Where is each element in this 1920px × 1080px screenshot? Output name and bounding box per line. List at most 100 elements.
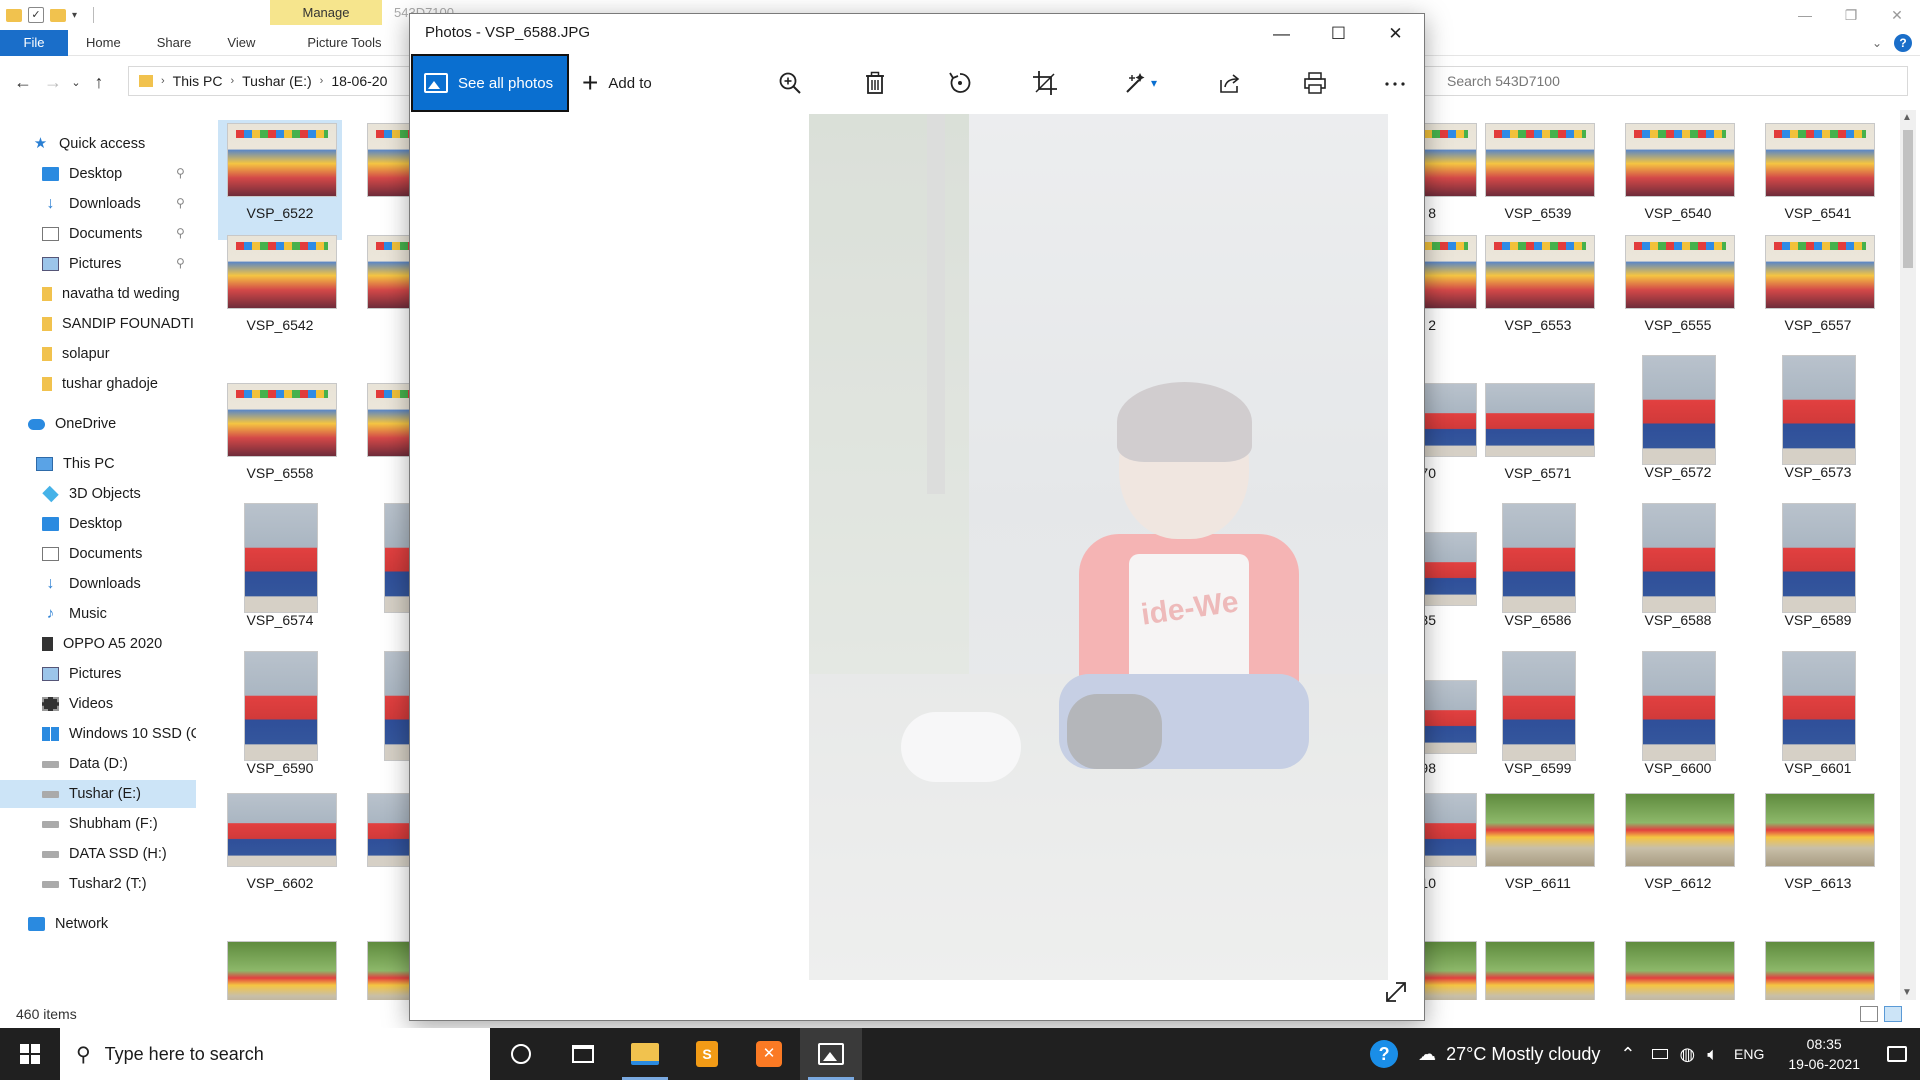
print-button[interactable] bbox=[1295, 64, 1335, 102]
file-tile[interactable]: VSP_6613 bbox=[1756, 790, 1880, 910]
nav-downloads-pc[interactable]: ↓ Downloads bbox=[0, 570, 196, 598]
battery-button[interactable] bbox=[1646, 1028, 1674, 1080]
rotate-button[interactable] bbox=[940, 64, 980, 102]
file-tile[interactable]: VSP_6574 bbox=[218, 498, 342, 628]
help-icon[interactable]: ? bbox=[1894, 34, 1912, 52]
nav-documents[interactable]: Documents bbox=[0, 220, 196, 248]
breadcrumb-folder[interactable]: 18-06-20 bbox=[331, 73, 387, 89]
nav-onedrive[interactable]: OneDrive bbox=[0, 410, 196, 438]
up-arrow-icon[interactable]: ↑ bbox=[84, 72, 114, 93]
task-view-button[interactable] bbox=[552, 1028, 614, 1080]
sublime-text-taskbar-button[interactable]: S bbox=[676, 1028, 738, 1080]
properties-icon[interactable]: ✓ bbox=[28, 7, 44, 23]
nav-this-pc[interactable]: This PC bbox=[0, 450, 196, 478]
tab-share[interactable]: Share bbox=[139, 30, 210, 56]
cortana-button[interactable] bbox=[490, 1028, 552, 1080]
network-button[interactable]: ◍ bbox=[1674, 1028, 1702, 1080]
edit-enhance-button[interactable]: ▾ bbox=[1115, 64, 1165, 102]
file-tile[interactable]: VSP_6586 bbox=[1476, 498, 1600, 628]
vertical-scrollbar[interactable]: ▲ ▼ bbox=[1900, 110, 1916, 1000]
nav-videos[interactable]: Videos bbox=[0, 690, 196, 718]
nav-drive-t[interactable]: Tushar2 (T:) bbox=[0, 870, 196, 898]
file-tile[interactable]: VSP_6541 bbox=[1756, 120, 1880, 240]
file-tile[interactable] bbox=[1616, 938, 1740, 1000]
file-tile[interactable]: VSP_6589 bbox=[1756, 498, 1880, 628]
tab-file[interactable]: File bbox=[0, 29, 68, 56]
address-bar[interactable]: › This PC › Tushar (E:) › 18-06-20 bbox=[128, 66, 418, 96]
see-all-photos-button[interactable]: See all photos bbox=[411, 54, 569, 112]
recent-locations-icon[interactable]: ⌄ bbox=[68, 76, 84, 89]
file-tile[interactable]: VSP_6600 bbox=[1616, 646, 1740, 776]
nav-desktop-pc[interactable]: Desktop bbox=[0, 510, 196, 538]
file-tile[interactable]: VSP_6558 bbox=[218, 380, 342, 500]
nav-network[interactable]: Network bbox=[0, 910, 196, 938]
nav-downloads[interactable]: ↓ Downloads bbox=[0, 190, 196, 218]
file-tile[interactable] bbox=[1476, 938, 1600, 1000]
xampp-taskbar-button[interactable]: ✕ bbox=[738, 1028, 800, 1080]
fullscreen-icon[interactable] bbox=[1382, 978, 1410, 1006]
more-options-button[interactable] bbox=[1375, 64, 1415, 102]
delete-button[interactable] bbox=[855, 64, 895, 102]
zoom-button[interactable] bbox=[770, 64, 810, 102]
maximize-icon[interactable]: ☐ bbox=[1310, 14, 1367, 54]
file-tile[interactable] bbox=[218, 938, 342, 1000]
breadcrumb-tushar-e[interactable]: Tushar (E:) bbox=[242, 73, 312, 89]
restore-icon[interactable]: ❐ bbox=[1828, 0, 1874, 30]
minimize-icon[interactable]: — bbox=[1782, 0, 1828, 30]
nav-drive-e[interactable]: Tushar (E:) bbox=[0, 780, 196, 808]
scroll-down-icon[interactable]: ▼ bbox=[1902, 987, 1912, 998]
nav-documents-pc[interactable]: Documents bbox=[0, 540, 196, 568]
tab-view[interactable]: View bbox=[209, 30, 273, 56]
new-folder-icon[interactable] bbox=[50, 8, 66, 22]
taskbar-search-box[interactable]: ⚲ Type here to search bbox=[60, 1028, 490, 1080]
volume-button[interactable]: 🔈︎ bbox=[1701, 1028, 1724, 1080]
nav-3d-objects[interactable]: 3D Objects bbox=[0, 480, 196, 508]
back-arrow-icon[interactable]: ← bbox=[8, 72, 38, 93]
file-tile[interactable]: VSP_6571 bbox=[1476, 380, 1600, 500]
add-to-button[interactable]: + Add to bbox=[582, 54, 652, 112]
scroll-thumb[interactable] bbox=[1903, 130, 1913, 268]
file-tile[interactable]: VSP_6522 bbox=[218, 120, 342, 240]
customize-qat-icon[interactable]: ▾ bbox=[72, 10, 77, 21]
file-tile[interactable]: VSP_6601 bbox=[1756, 646, 1880, 776]
nav-pictures-pc[interactable]: Pictures bbox=[0, 660, 196, 688]
nav-drive-c[interactable]: Windows 10 SSD (C bbox=[0, 720, 196, 748]
file-tile[interactable]: VSP_6611 bbox=[1476, 790, 1600, 910]
crop-button[interactable] bbox=[1025, 64, 1065, 102]
nav-drive-h[interactable]: DATA SSD (H:) bbox=[0, 840, 196, 868]
nav-desktop[interactable]: Desktop bbox=[0, 160, 196, 188]
nav-folder-solapur[interactable]: solapur bbox=[0, 340, 196, 368]
nav-folder-navatha[interactable]: navatha td weding bbox=[0, 280, 196, 308]
file-tile[interactable]: VSP_6555 bbox=[1616, 232, 1740, 352]
minimize-icon[interactable]: — bbox=[1253, 14, 1310, 54]
nav-oppo[interactable]: OPPO A5 2020 bbox=[0, 630, 196, 658]
tab-home[interactable]: Home bbox=[68, 30, 139, 56]
file-tile[interactable]: VSP_6539 bbox=[1476, 120, 1600, 240]
tab-picture-tools[interactable]: Picture Tools bbox=[289, 30, 399, 56]
file-tile[interactable]: VSP_6599 bbox=[1476, 646, 1600, 776]
expand-ribbon-icon[interactable]: ⌄ bbox=[1872, 36, 1882, 50]
file-tile[interactable]: VSP_6557 bbox=[1756, 232, 1880, 352]
share-button[interactable] bbox=[1210, 64, 1250, 102]
nav-folder-sandip[interactable]: SANDIP FOUNADTI bbox=[0, 310, 196, 338]
close-icon[interactable]: ✕ bbox=[1874, 0, 1920, 30]
scroll-up-icon[interactable]: ▲ bbox=[1902, 112, 1912, 123]
large-icons-view-icon[interactable] bbox=[1884, 1006, 1902, 1022]
details-view-icon[interactable] bbox=[1860, 1006, 1878, 1022]
input-language[interactable]: ENG bbox=[1724, 1028, 1774, 1080]
nav-music[interactable]: ♪ Music bbox=[0, 600, 196, 628]
photos-taskbar-button[interactable] bbox=[800, 1028, 862, 1080]
forward-arrow-icon[interactable]: → bbox=[38, 72, 68, 93]
nav-drive-f[interactable]: Shubham (F:) bbox=[0, 810, 196, 838]
nav-drive-d[interactable]: Data (D:) bbox=[0, 750, 196, 778]
file-explorer-taskbar-button[interactable] bbox=[614, 1028, 676, 1080]
file-tile[interactable]: VSP_6602 bbox=[218, 790, 342, 910]
clock[interactable]: 08:35 19-06-2021 bbox=[1774, 1028, 1874, 1080]
nav-quick-access[interactable]: ★ Quick access bbox=[0, 130, 196, 158]
file-tile[interactable]: VSP_6572 bbox=[1616, 350, 1740, 480]
file-tile[interactable]: VSP_6542 bbox=[218, 232, 342, 352]
show-hidden-icons[interactable]: ⌃ bbox=[1610, 1028, 1645, 1080]
file-tile[interactable]: VSP_6612 bbox=[1616, 790, 1740, 910]
explorer-search-input[interactable]: Search 543D7100 bbox=[1418, 66, 1908, 96]
nav-folder-tushar[interactable]: tushar ghadoje bbox=[0, 370, 196, 398]
